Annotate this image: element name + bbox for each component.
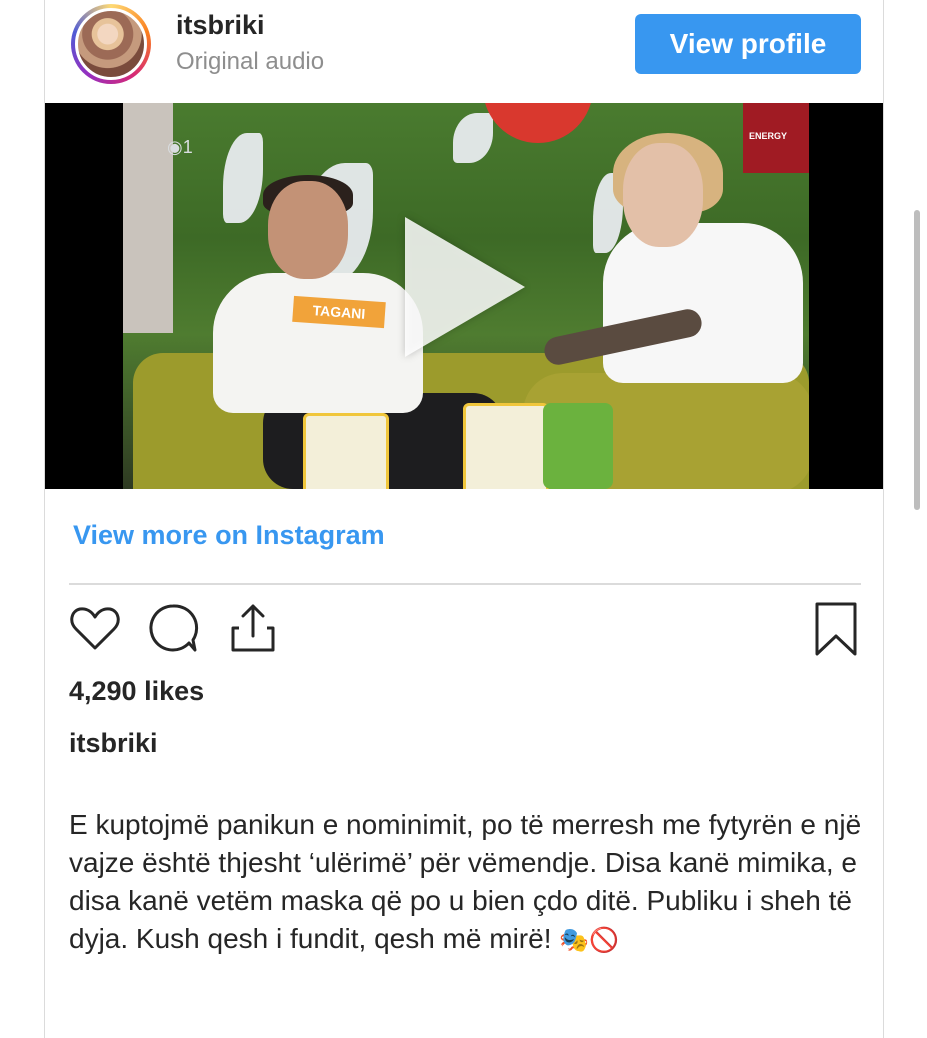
caption-body: E kuptojmë panikun e nominimit, po të me…	[69, 809, 862, 954]
likes-count[interactable]: 4,290 likes	[69, 676, 204, 707]
woman-shirt	[603, 223, 803, 383]
decor-leaf	[453, 113, 493, 163]
scene-wall	[123, 103, 173, 333]
audio-label[interactable]: Original audio	[176, 48, 324, 76]
chips-bag	[543, 403, 613, 489]
decor-leaf	[223, 133, 263, 223]
share-icon[interactable]	[225, 600, 281, 656]
action-bar	[45, 596, 883, 666]
view-more-link[interactable]: View more on Instagram	[73, 520, 385, 551]
username[interactable]: itsbriki	[176, 10, 265, 41]
caption-owner[interactable]: itsbriki	[69, 728, 158, 759]
heart-icon[interactable]	[67, 600, 123, 656]
crown-pillow	[463, 403, 549, 489]
viewer-count: 1	[182, 137, 193, 157]
energy-sign-text: ENERGY	[749, 131, 788, 141]
decor-red-light	[483, 103, 593, 143]
man-shirt	[213, 273, 423, 413]
woman-head	[623, 143, 703, 247]
avatar[interactable]	[75, 8, 147, 80]
instagram-embed-card: itsbriki Original audio View profile ENE…	[44, 0, 884, 1038]
caption-text: E kuptojmë panikun e nominimit, po të me…	[69, 806, 869, 960]
bookmark-icon[interactable]	[813, 600, 859, 658]
play-icon[interactable]	[405, 217, 525, 357]
divider	[69, 583, 861, 585]
man-head	[268, 181, 348, 279]
video-media[interactable]: ENERGY ◉1 TAGANI	[45, 103, 883, 489]
scrollbar[interactable]	[914, 210, 920, 510]
caption-emojis: 🎭🚫	[559, 927, 620, 954]
energy-sign: ENERGY	[743, 103, 809, 173]
crown-pillow	[303, 413, 389, 489]
comment-icon[interactable]	[145, 600, 201, 656]
eye-logo-icon: ◉1	[167, 137, 193, 157]
profile-avatar-ring[interactable]	[71, 4, 151, 84]
view-profile-button[interactable]: View profile	[635, 14, 861, 74]
post-header: itsbriki Original audio View profile	[45, 0, 883, 98]
